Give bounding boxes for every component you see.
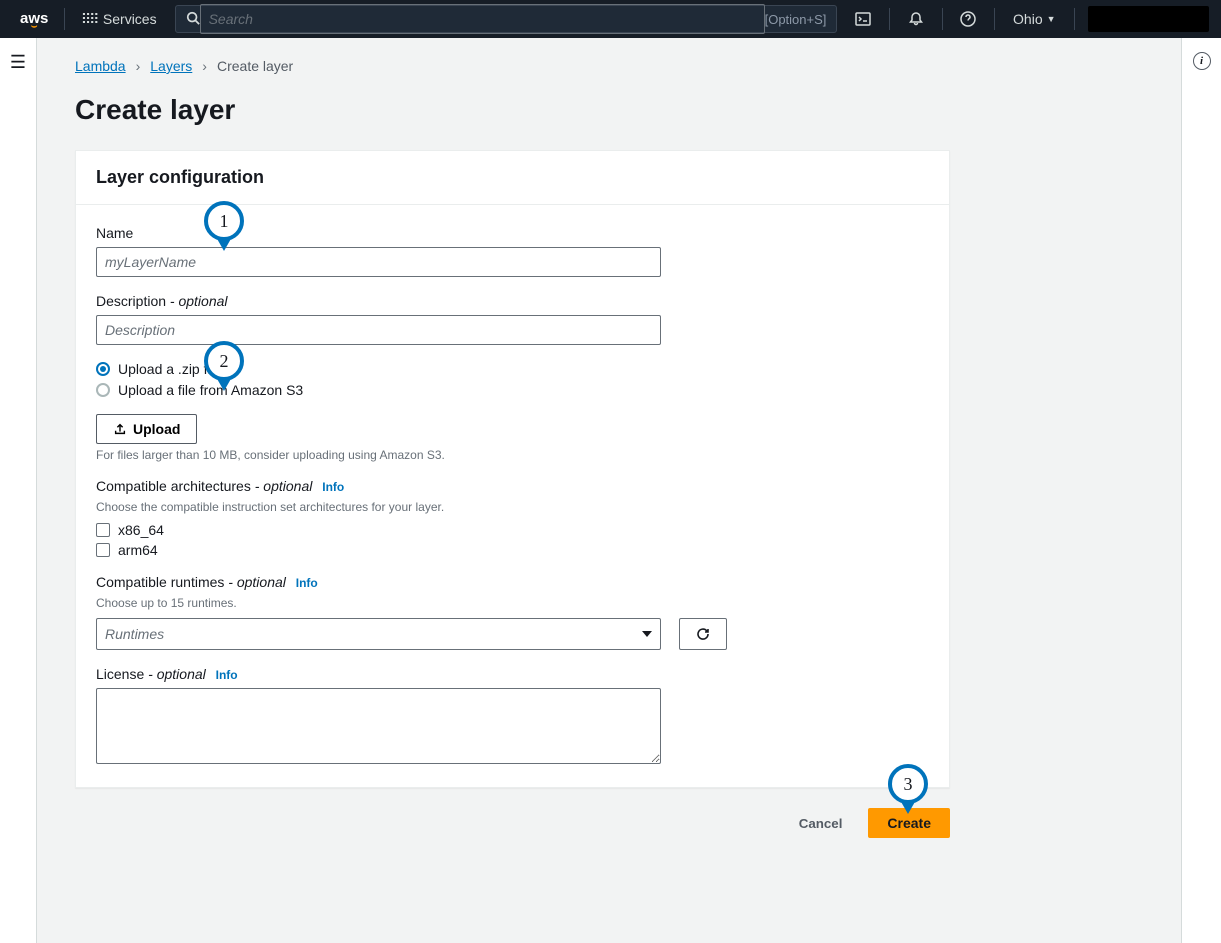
footer-actions: 3 Cancel Create (75, 808, 950, 838)
runtimes-label: Compatible runtimes - optional Info (96, 574, 929, 590)
grid-icon (81, 11, 97, 27)
annotation-bubble-3: 3 (888, 764, 928, 804)
divider (64, 8, 65, 30)
refresh-button[interactable] (679, 618, 727, 650)
annotation-bubble-1: 1 (204, 201, 244, 241)
divider (889, 8, 890, 30)
breadcrumb-layers[interactable]: Layers (150, 58, 192, 74)
arch-label: Compatible architectures - optional Info (96, 478, 929, 494)
chevron-right-icon: › (202, 58, 207, 74)
radio-icon (96, 383, 110, 397)
upload-icon (113, 422, 127, 436)
x86-label: x86_64 (118, 522, 164, 538)
services-label: Services (103, 11, 157, 27)
arch-hint: Choose the compatible instruction set ar… (96, 500, 929, 514)
description-input[interactable] (96, 315, 661, 345)
upload-hint: For files larger than 10 MB, consider up… (96, 448, 929, 462)
runtimes-info-link[interactable]: Info (296, 576, 318, 590)
search-shortcut: [Option+S] (765, 12, 827, 27)
search-icon (186, 11, 200, 28)
license-textarea[interactable] (96, 688, 661, 764)
upload-button[interactable]: Upload (96, 414, 197, 444)
upload-label: Upload (133, 421, 180, 437)
cancel-button[interactable]: Cancel (781, 810, 861, 837)
cloudshell-icon[interactable] (845, 11, 881, 27)
breadcrumb-lambda[interactable]: Lambda (75, 58, 126, 74)
checkbox-icon (96, 523, 110, 537)
divider (994, 8, 995, 30)
notifications-icon[interactable] (898, 11, 934, 27)
side-nav-collapsed: ☰ (0, 38, 37, 943)
name-input[interactable] (96, 247, 661, 277)
arch-info-link[interactable]: Info (322, 480, 344, 494)
layer-config-panel: 1 2 Layer configuration Name Descriptio (75, 150, 950, 788)
breadcrumb-current: Create layer (217, 58, 293, 74)
hamburger-icon[interactable]: ☰ (10, 52, 26, 943)
runtimes-select[interactable]: Runtimes (96, 618, 661, 650)
caret-down-icon (642, 631, 652, 637)
panel-title: Layer configuration (96, 167, 929, 188)
aws-logo[interactable]: aws⌣ (12, 10, 56, 29)
search-box[interactable]: [Option+S] (175, 5, 838, 33)
info-icon[interactable]: i (1193, 52, 1211, 70)
search-input[interactable] (200, 4, 765, 34)
caret-down-icon: ▼ (1047, 14, 1056, 24)
radio-s3-label: Upload a file from Amazon S3 (118, 382, 303, 398)
refresh-icon (695, 626, 711, 642)
services-menu[interactable]: Services (73, 11, 165, 27)
help-panel-collapsed: i (1181, 38, 1221, 943)
annotation-bubble-2: 2 (204, 341, 244, 381)
page-title: Create layer (75, 94, 950, 126)
runtimes-placeholder: Runtimes (105, 626, 164, 642)
divider (1074, 8, 1075, 30)
radio-icon (96, 362, 110, 376)
divider (942, 8, 943, 30)
checkbox-arm64[interactable]: arm64 (96, 542, 929, 558)
region-label: Ohio (1013, 11, 1043, 27)
region-selector[interactable]: Ohio ▼ (1003, 11, 1066, 27)
account-menu[interactable] (1088, 6, 1209, 32)
breadcrumb: Lambda › Layers › Create layer (75, 58, 950, 74)
license-label: License - optional Info (96, 666, 929, 682)
main-content: Lambda › Layers › Create layer Create la… (37, 38, 1181, 943)
checkbox-icon (96, 543, 110, 557)
checkbox-x86[interactable]: x86_64 (96, 522, 929, 538)
arm64-label: arm64 (118, 542, 158, 558)
runtimes-hint: Choose up to 15 runtimes. (96, 596, 929, 610)
chevron-right-icon: › (136, 58, 141, 74)
license-info-link[interactable]: Info (216, 668, 238, 682)
help-icon[interactable] (950, 11, 986, 27)
top-nav: aws⌣ Services [Option+S] Ohio ▼ (0, 0, 1221, 38)
description-label: Description - optional (96, 293, 929, 309)
